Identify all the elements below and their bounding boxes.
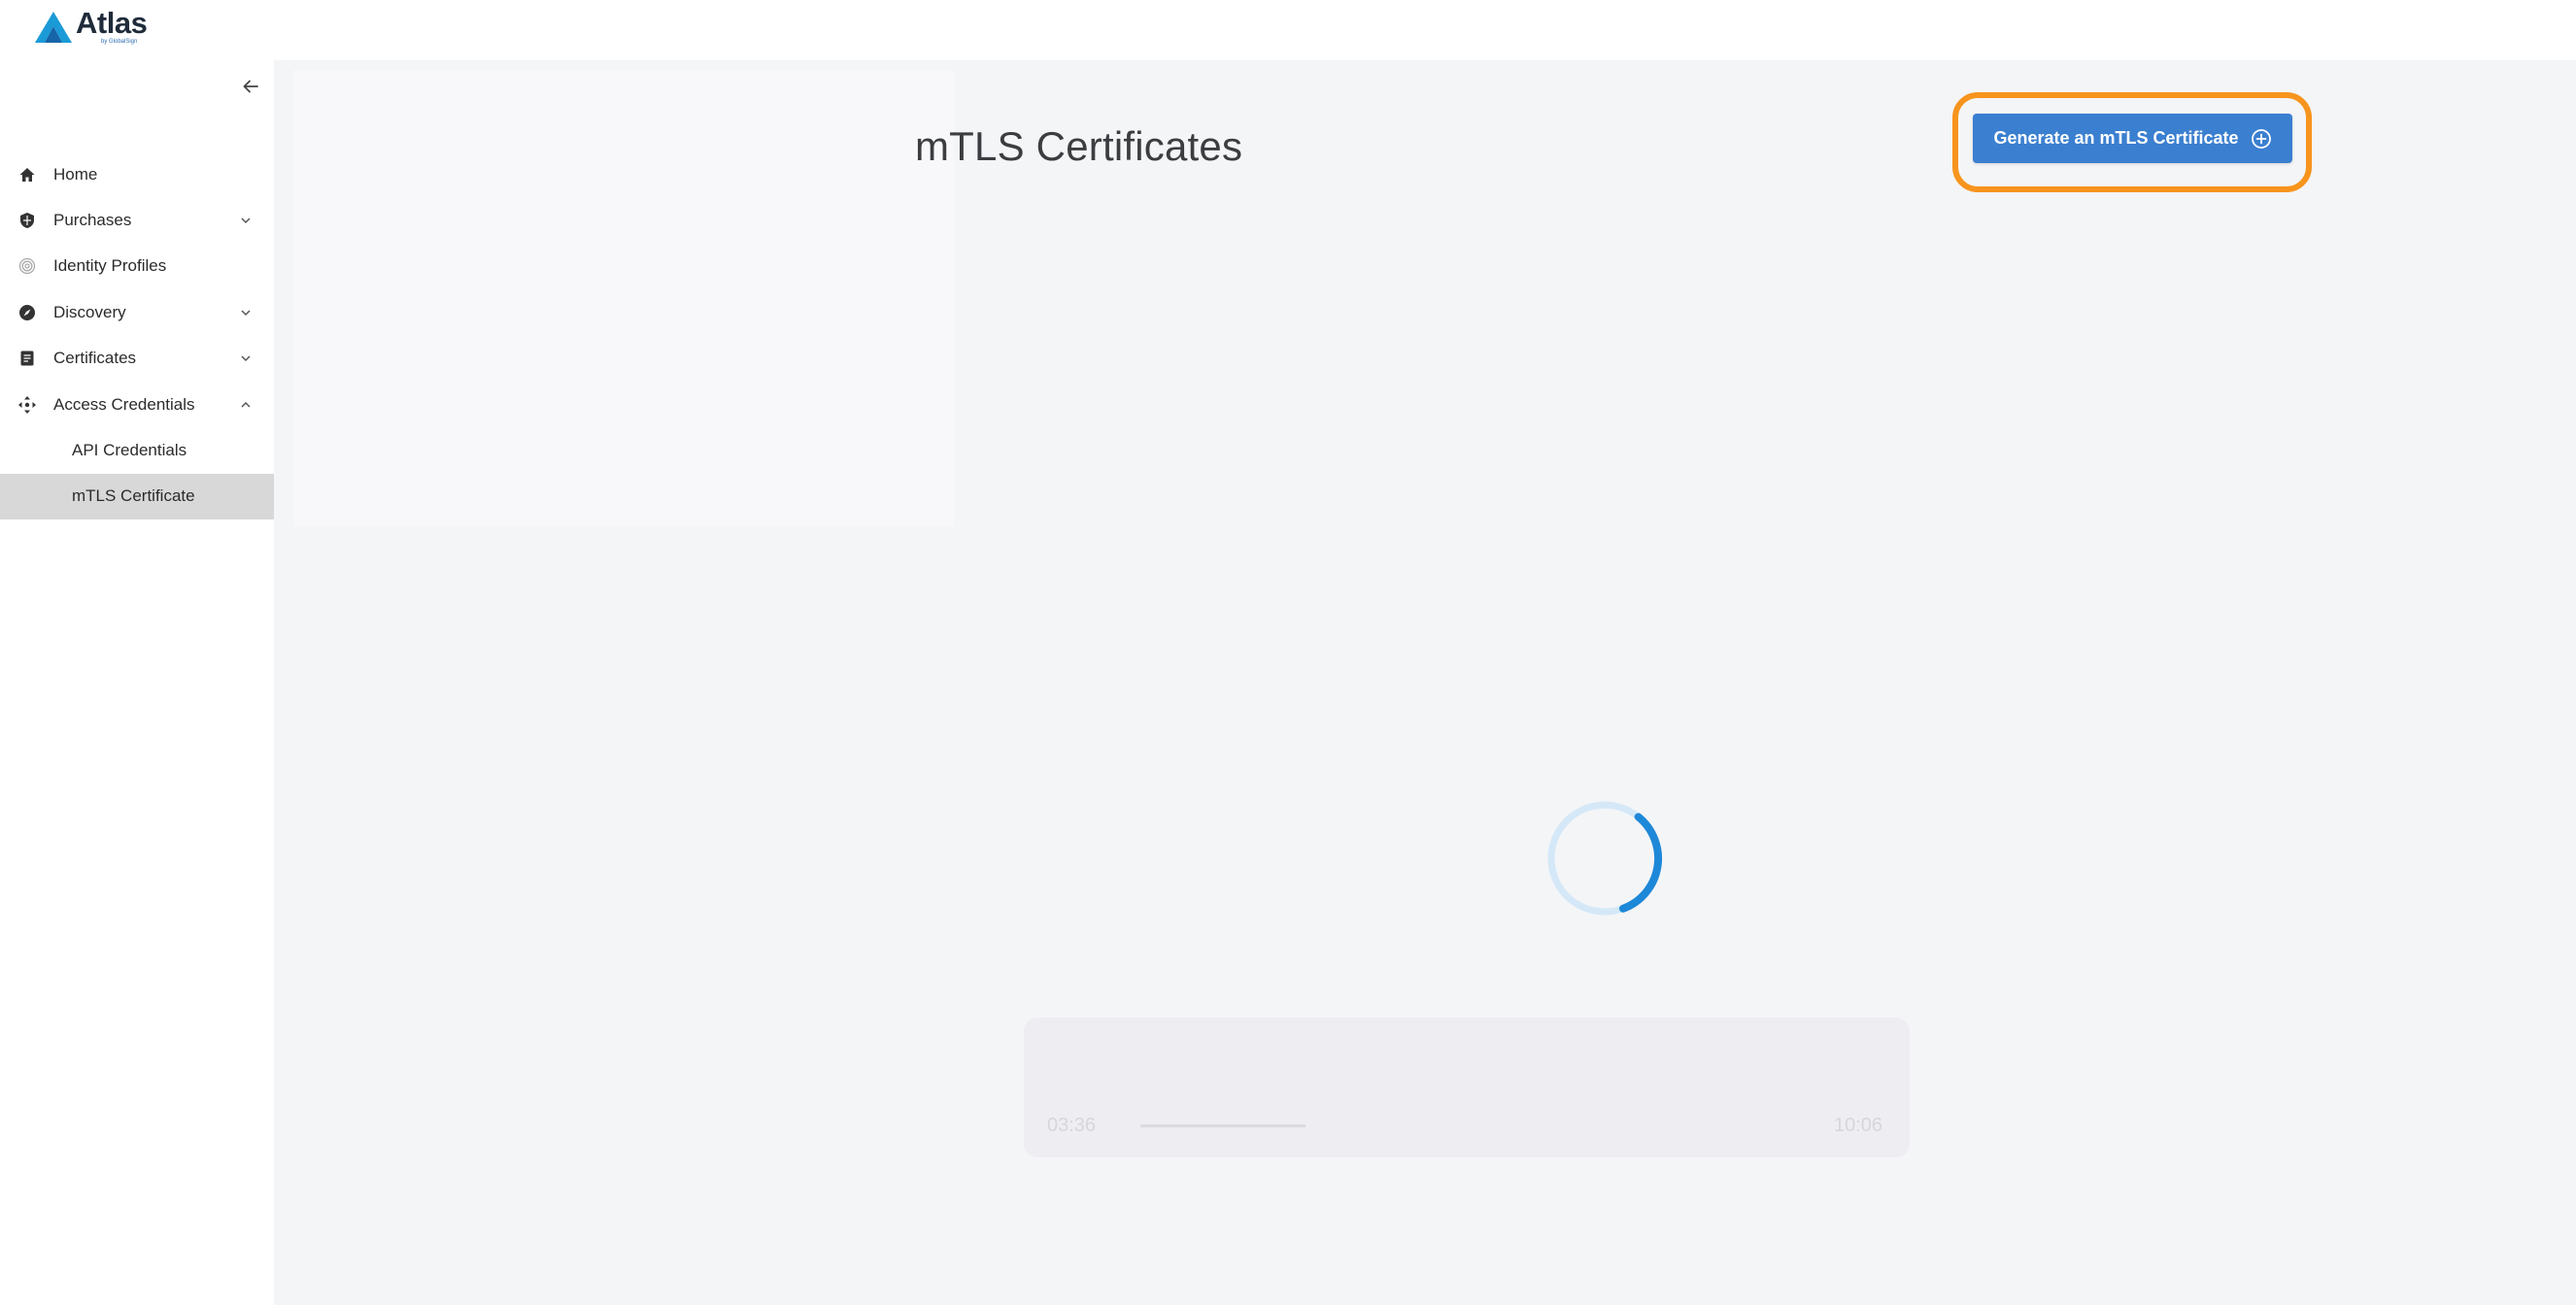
compass-icon <box>17 303 37 322</box>
sidebar-item-label: Home <box>53 164 98 184</box>
sidebar-item-label: Identity Profiles <box>53 256 167 276</box>
sidebar: Home Purchases Identity Profiles Discove… <box>0 60 274 1305</box>
shield-icon <box>17 211 37 230</box>
move-icon <box>17 395 37 415</box>
video-controls-overlay: 03:36 10:06 <box>1024 1018 1910 1157</box>
sidebar-item-mtls-certificate[interactable]: mTLS Certificate <box>0 473 274 520</box>
video-current-time: 03:36 <box>1047 1115 1097 1136</box>
chevron-down-icon[interactable] <box>237 350 254 367</box>
sidebar-item-discovery[interactable]: Discovery <box>0 289 274 335</box>
atlas-logo-icon <box>35 12 72 43</box>
home-icon <box>17 165 37 184</box>
sidebar-item-label: API Credentials <box>72 441 187 460</box>
sidebar-item-label: Purchases <box>53 211 132 230</box>
sidebar-item-label: mTLS Certificate <box>72 486 195 506</box>
sidebar-item-identity-profiles[interactable]: Identity Profiles <box>0 244 274 289</box>
video-progress-track <box>1140 1124 1305 1127</box>
arrow-left-icon <box>243 80 258 93</box>
sidebar-item-label: Access Credentials <box>53 394 195 414</box>
sidebar-item-access-credentials[interactable]: Access Credentials <box>0 382 274 427</box>
collapse-sidebar-button[interactable] <box>237 73 264 100</box>
chevron-down-icon[interactable] <box>237 304 254 321</box>
generate-mtls-certificate-button[interactable]: Generate an mTLS Certificate <box>1973 114 2292 163</box>
sidebar-nav: Home Purchases Identity Profiles Discove… <box>0 151 274 520</box>
background-panel <box>293 70 954 526</box>
chevron-up-icon[interactable] <box>237 396 254 414</box>
atlas-logo[interactable]: Atlas by GlobalSign <box>33 6 148 47</box>
top-bar: Atlas by GlobalSign <box>0 0 2576 60</box>
sidebar-item-certificates[interactable]: Certificates <box>0 336 274 382</box>
logo-subtext: by GlobalSign <box>101 39 138 45</box>
document-icon <box>17 349 37 368</box>
video-total-time: 10:06 <box>1834 1115 1883 1136</box>
sidebar-item-purchases[interactable]: Purchases <box>0 197 274 243</box>
sidebar-item-label: Discovery <box>53 302 126 321</box>
generate-button-label: Generate an mTLS Certificate <box>1993 128 2239 148</box>
fingerprint-icon <box>17 256 37 276</box>
loading-spinner-icon <box>1547 801 1663 916</box>
sidebar-item-home[interactable]: Home <box>0 151 274 197</box>
logo-text: Atlas <box>76 6 148 40</box>
page-title: mTLS Certificates <box>915 123 1243 169</box>
sidebar-item-api-credentials[interactable]: API Credentials <box>0 427 274 473</box>
chevron-down-icon[interactable] <box>237 212 254 229</box>
sidebar-item-label: Certificates <box>53 349 137 368</box>
plus-circle-icon <box>2251 128 2271 149</box>
main-content: mTLS Certificates Generate an mTLS Certi… <box>274 60 2576 1305</box>
